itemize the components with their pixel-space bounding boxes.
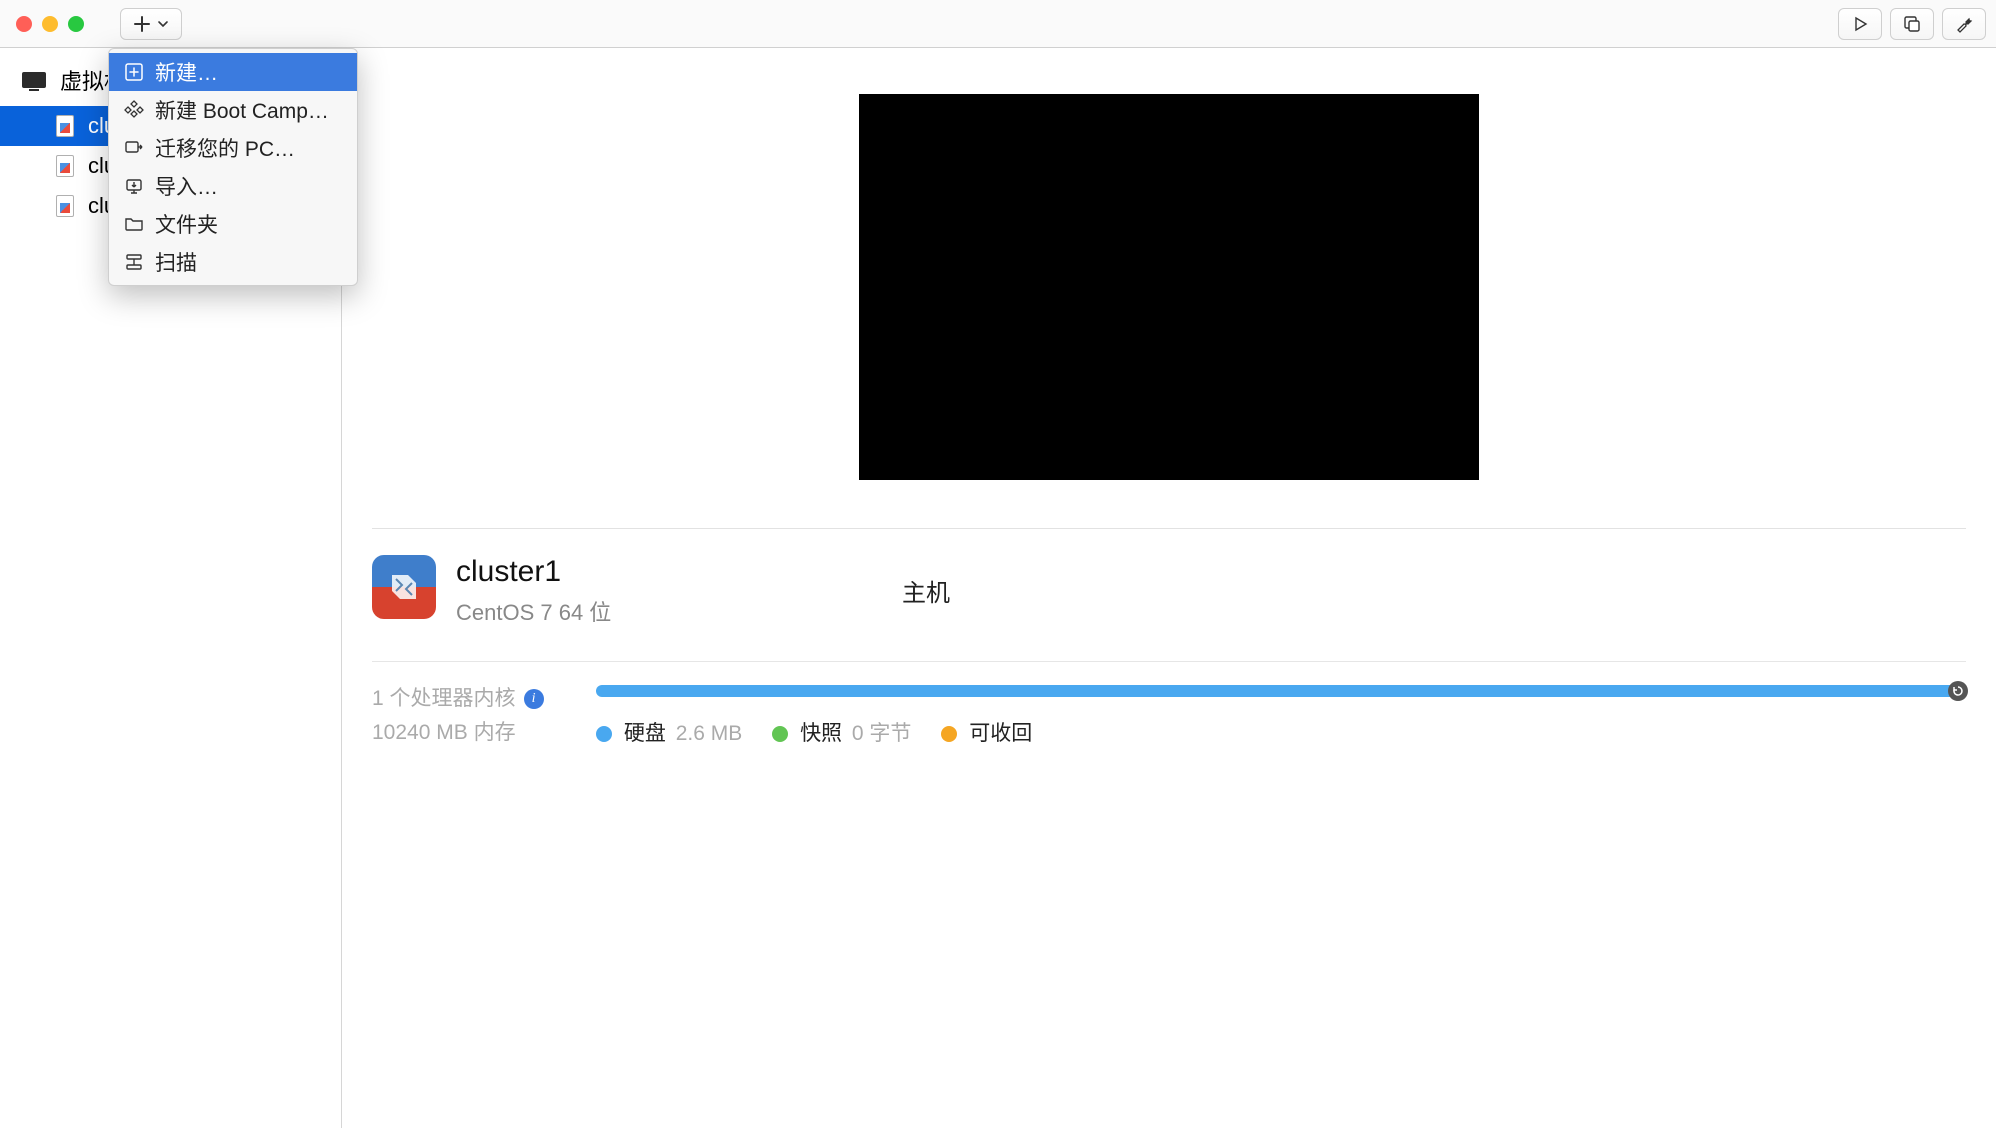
vmware-app-icon — [372, 555, 436, 619]
cpu-line: 1 个处理器内核 — [372, 682, 516, 716]
stats-row: 1 个处理器内核 i 10240 MB 内存 硬盘 2.6 MB — [372, 682, 1966, 749]
legend-snapshot-label: 快照 — [800, 722, 842, 745]
vm-os: CentOS 7 64 位 — [456, 595, 611, 627]
migrate-icon — [123, 137, 145, 159]
import-icon — [123, 175, 145, 197]
memory-line: 10240 MB 内存 — [372, 716, 572, 750]
legend-reclaim-label: 可收回 — [969, 722, 1032, 745]
menu-item-label: 新建… — [155, 57, 218, 87]
snapshot-button[interactable] — [1890, 8, 1934, 40]
legend-disk: 硬盘 2.6 MB — [596, 717, 742, 747]
legend-disk-value: 2.6 MB — [676, 722, 743, 745]
menu-item-migrate[interactable]: 迁移您的 PC… — [109, 129, 357, 167]
vm-meta: cluster1 CentOS 7 64 位 — [456, 555, 611, 627]
folder-icon — [123, 213, 145, 235]
maximize-button[interactable] — [68, 16, 84, 32]
wrench-icon — [1955, 15, 1973, 33]
add-vm-button[interactable] — [120, 8, 182, 40]
usage-legend: 硬盘 2.6 MB 快照 0 字节 可收回 — [596, 717, 1966, 747]
menu-item-folder[interactable]: 文件夹 — [109, 205, 357, 243]
settings-button[interactable] — [1942, 8, 1986, 40]
divider — [372, 661, 1966, 662]
disk-usage-bar[interactable] — [596, 685, 1966, 697]
legend-snapshot: 快照 0 字节 — [772, 717, 911, 747]
menu-item-label: 文件夹 — [155, 209, 218, 239]
info-icon[interactable]: i — [524, 689, 544, 709]
dot-orange-icon — [941, 726, 957, 742]
legend-reclaim: 可收回 — [941, 717, 1032, 747]
plus-box-icon — [123, 61, 145, 83]
add-dropdown-menu: 新建… 新建 Boot Camp… 迁移您的 PC… 导入… 文件夹 扫描 — [108, 48, 358, 286]
host-label: 主机 — [902, 573, 950, 608]
diamond-grid-icon — [123, 99, 145, 121]
menu-item-new[interactable]: 新建… — [109, 53, 357, 91]
menu-item-label: 迁移您的 PC… — [155, 133, 295, 163]
vm-file-icon — [56, 195, 74, 217]
chevron-down-icon — [157, 18, 169, 30]
vm-screen-preview[interactable] — [859, 94, 1479, 480]
refresh-icon[interactable] — [1948, 681, 1968, 701]
menu-item-bootcamp[interactable]: 新建 Boot Camp… — [109, 91, 357, 129]
toolbar-right — [1838, 8, 1986, 40]
main-panel: cluster1 CentOS 7 64 位 主机 1 个处理器内核 i 102… — [342, 48, 1996, 1128]
play-icon — [1852, 16, 1868, 32]
menu-item-label: 新建 Boot Camp… — [155, 95, 329, 125]
toolbar — [0, 0, 1996, 48]
scan-icon — [123, 251, 145, 273]
legend-disk-label: 硬盘 — [624, 722, 666, 745]
vm-library-icon — [22, 72, 46, 88]
vm-file-icon — [56, 155, 74, 177]
window-controls — [16, 16, 84, 32]
spec-summary: 1 个处理器内核 i 10240 MB 内存 — [372, 682, 572, 749]
usage-section: 硬盘 2.6 MB 快照 0 字节 可收回 — [596, 685, 1966, 747]
menu-item-import[interactable]: 导入… — [109, 167, 357, 205]
play-button[interactable] — [1838, 8, 1882, 40]
snapshot-icon — [1903, 15, 1921, 33]
minimize-button[interactable] — [42, 16, 58, 32]
vm-headline: cluster1 CentOS 7 64 位 主机 — [372, 555, 1966, 627]
divider — [372, 528, 1966, 529]
menu-item-label: 导入… — [155, 171, 218, 201]
plus-icon — [133, 15, 151, 33]
dot-blue-icon — [596, 726, 612, 742]
vm-name: cluster1 — [456, 555, 611, 589]
menu-item-scan[interactable]: 扫描 — [109, 243, 357, 281]
vm-file-icon — [56, 115, 74, 137]
menu-item-label: 扫描 — [155, 247, 197, 277]
legend-snapshot-value: 0 字节 — [852, 722, 912, 745]
close-button[interactable] — [16, 16, 32, 32]
dot-green-icon — [772, 726, 788, 742]
